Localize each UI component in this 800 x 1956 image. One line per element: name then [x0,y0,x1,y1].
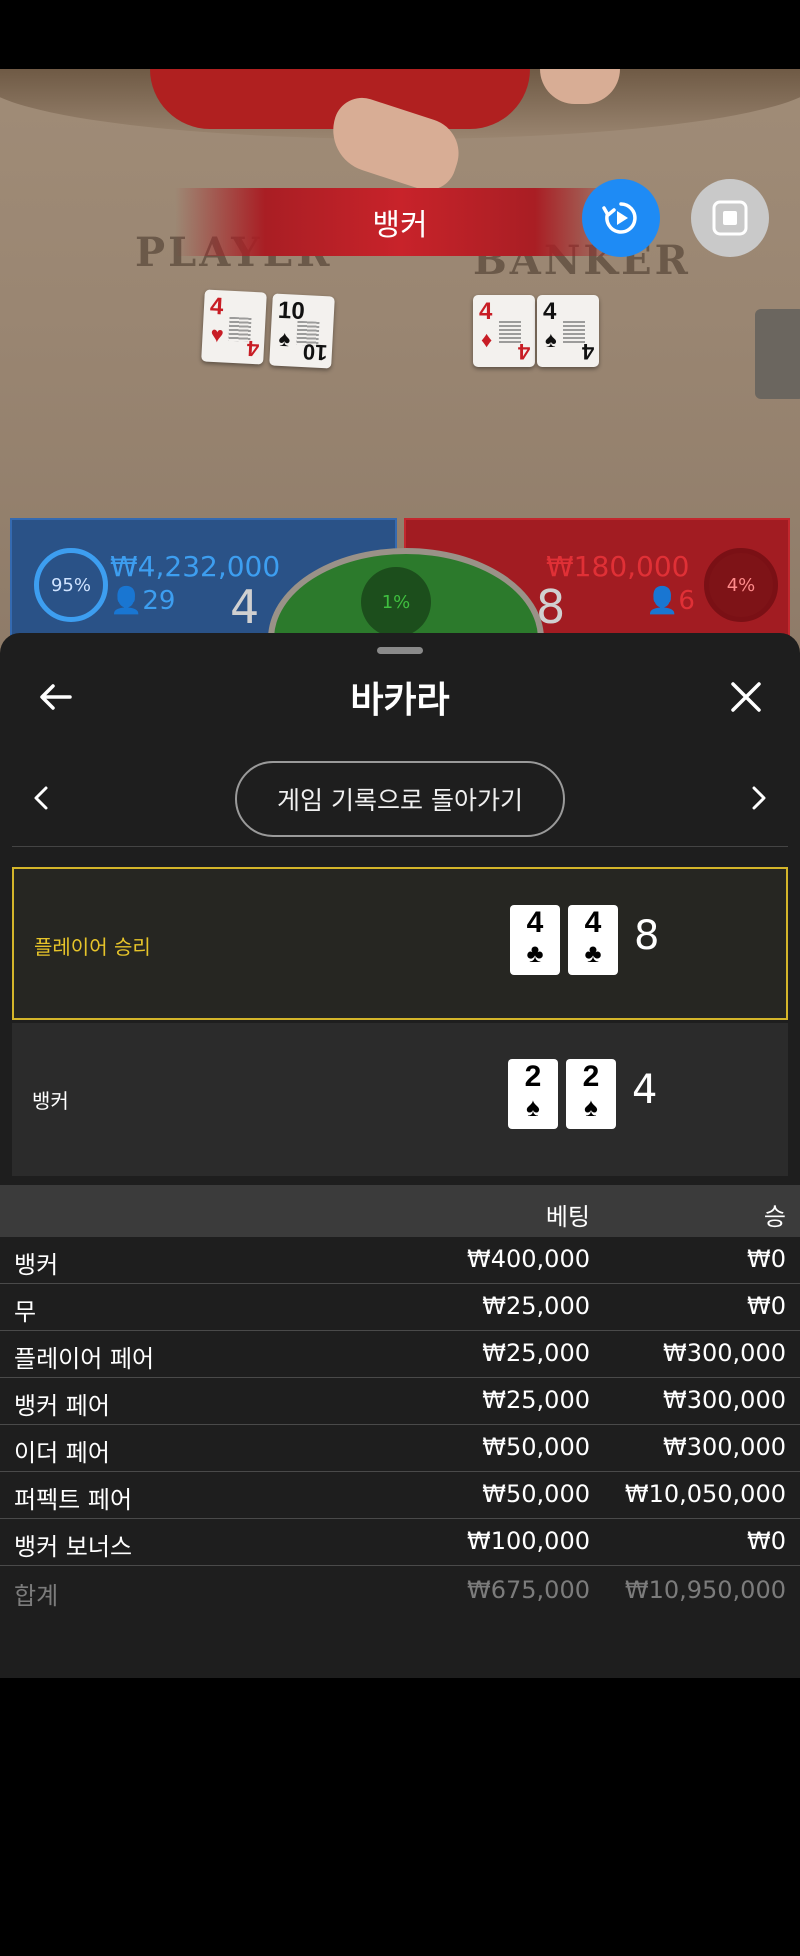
bet-amount: ₩50,000 [482,1433,590,1461]
total-bet: ₩675,000 [467,1576,590,1604]
bet-table-row: 뱅커 ₩400,000 ₩0 [0,1237,800,1284]
result-card: 2 ♠ [508,1059,558,1129]
replay-icon [602,202,637,234]
header-win: 승 [763,1203,786,1231]
bet-table-row: 이더 페어 ₩50,000 ₩300,000 [0,1425,800,1472]
bet-name: 무 [14,1298,37,1326]
person-icon: 👤 [646,586,679,616]
player-percent-ring: 95% [34,548,108,622]
person-icon: 👤 [110,586,143,616]
win-amount: ₩10,050,000 [624,1480,786,1508]
table-card-player-1: 4 ♥ 4 [201,289,267,365]
stop-button[interactable] [691,179,769,257]
replay-button[interactable] [582,179,660,257]
card-rank: 4 [209,292,225,321]
total-win: ₩10,950,000 [624,1576,786,1604]
bet-table-row: 뱅커 페어 ₩25,000 ₩300,000 [0,1378,800,1425]
bet-table-row: 무 ₩25,000 ₩0 [0,1284,800,1331]
result-row-banker: 뱅커 2 ♠ 2 ♠ 4 [12,1023,788,1176]
chevron-left-icon [34,786,48,810]
tie-percent-ring: 1% [361,567,431,637]
game-detail-sheet: 바카라 게임 기록으로 돌아가기 플레이어 승리 4 ♣ 4 ♣ 8 뱅커 2 [0,633,800,1678]
bet-amount: ₩25,000 [482,1292,590,1320]
win-amount: ₩0 [747,1245,786,1273]
card-rank: 4 [479,298,493,325]
win-amount: ₩300,000 [663,1386,786,1414]
result-banner: 뱅커 [175,188,625,256]
bet-amount: ₩400,000 [467,1245,590,1273]
win-amount: ₩0 [747,1527,786,1555]
bet-name: 이더 페어 [14,1439,110,1467]
total-label: 합계 [14,1582,59,1610]
result-card: 2 ♠ [566,1059,616,1129]
card-rank-inverted: 10 [301,339,328,366]
card-rank: 4 [543,298,557,325]
back-to-history-button[interactable]: 게임 기록으로 돌아가기 [235,761,565,837]
card-suit: ♦ [481,327,493,352]
bet-amount: ₩25,000 [482,1386,590,1414]
win-amount: ₩300,000 [663,1339,786,1367]
bet-name: 뱅커 [14,1251,59,1279]
player-bet-amount: ₩4,232,000 [110,550,281,583]
sheet-grab-handle[interactable] [377,647,423,654]
bet-table: 베팅 승 뱅커 ₩400,000 ₩0 무 ₩25,000 ₩0 플레이어 페어 ₩25,00… [0,1185,800,1618]
sheet-title: 바카라 [350,680,450,721]
bet-name: 플레이어 페어 [14,1345,155,1373]
card-suit: ♠ [545,327,557,352]
card-shoe [755,309,800,399]
bet-amount: ₩100,000 [467,1527,590,1555]
bet-total-row: 합계 ₩675,000 ₩10,950,000 [0,1566,800,1618]
bet-amount: ₩25,000 [482,1339,590,1367]
banker-bet-amount: ₩180,000 [546,550,690,583]
stop-icon [712,200,748,236]
banker-bettor-count: 👤6 [646,586,695,616]
table-card-banker-1: 4 ♦ 4 [473,295,535,367]
bet-table-row: 플레이어 페어 ₩25,000 ₩300,000 [0,1331,800,1378]
bet-amount: ₩50,000 [482,1480,590,1508]
card-rank-inverted: 4 [517,339,530,364]
player-score: 4 [230,580,260,634]
header-bet: 베팅 [545,1203,590,1231]
bet-name: 뱅커 보너스 [14,1533,133,1561]
card-suit: ♥ [209,321,225,348]
bet-table-header: 베팅 승 [0,1185,800,1237]
previous-round-button[interactable] [28,783,56,813]
bet-name: 뱅커 페어 [14,1392,110,1420]
player-bettor-count: 👤29 [110,586,176,616]
close-button[interactable] [724,675,768,719]
card-rank-inverted: 4 [581,339,594,364]
result-row-player: 플레이어 승리 4 ♣ 4 ♣ 8 [12,867,788,1020]
bet-name: 퍼펙트 페어 [14,1486,133,1514]
result-label: 뱅커 [32,1089,69,1113]
bet-table-row: 뱅커 보너스 ₩100,000 ₩0 [0,1519,800,1566]
win-amount: ₩300,000 [663,1433,786,1461]
bet-table-row: 퍼펙트 페어 ₩50,000 ₩10,050,000 [0,1472,800,1519]
result-card: 4 ♣ [510,905,560,975]
card-suit: ♠ [277,325,291,352]
chevron-right-icon [752,786,766,810]
win-amount: ₩0 [747,1292,786,1320]
card-rank-inverted: 4 [246,335,260,362]
next-round-button[interactable] [744,783,772,813]
result-label: 플레이어 승리 [34,935,151,959]
banker-percent-ring: 4% [704,548,778,622]
result-score: 8 [634,913,660,959]
table-card-player-2: 10 ♠ 10 [269,293,335,369]
divider [12,846,788,847]
close-icon [731,682,761,712]
result-card: 4 ♣ [568,905,618,975]
result-score: 4 [632,1067,658,1113]
table-card-banker-2: 4 ♠ 4 [537,295,599,367]
